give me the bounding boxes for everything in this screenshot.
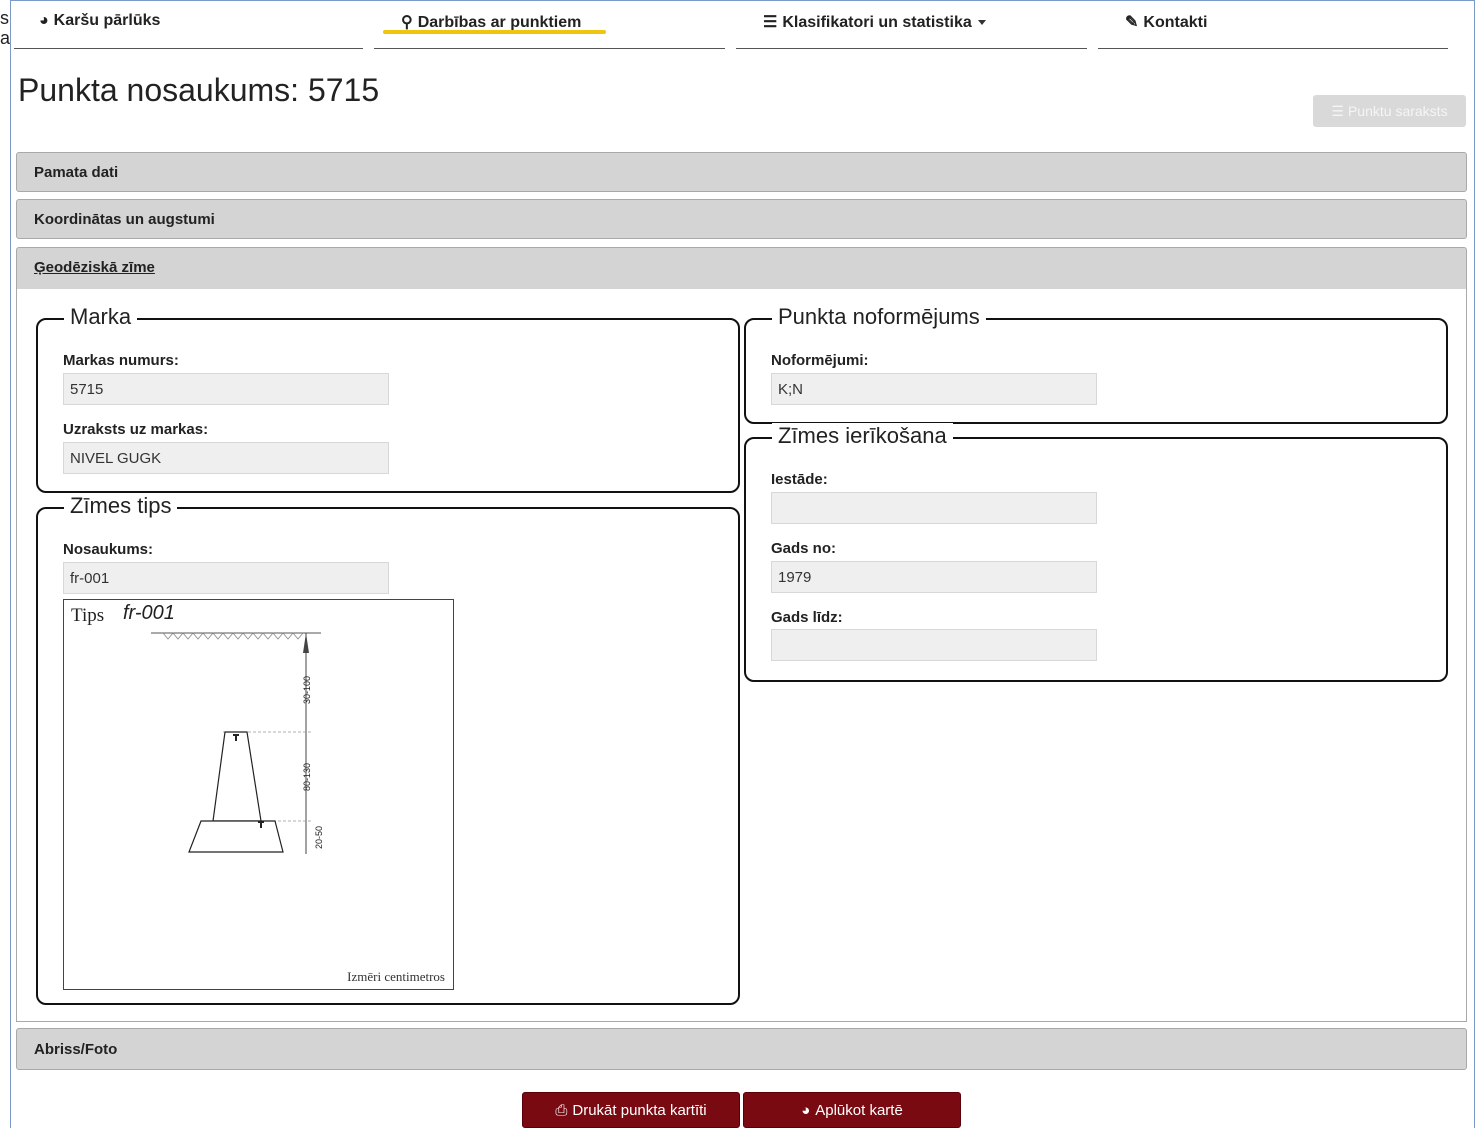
diagram-type-code: fr-001	[123, 602, 175, 624]
main-nav: ◕ Karšu pārlūks ⚲ Darbības ar punktiem ☰ Kl…	[14, 0, 1464, 50]
dimension-bottom-label: 20-50	[314, 826, 324, 849]
map-button-label: Aplūkot kartē	[815, 1101, 903, 1119]
caret-down-icon	[977, 20, 986, 26]
edit-icon: ✎	[1125, 14, 1139, 31]
list-icon: ☰	[1331, 102, 1344, 119]
mark-inscription-label: Uzraksts uz markas:	[63, 421, 209, 438]
nav-label: Kontakti	[1143, 14, 1208, 31]
mark-type-legend: Zīmes tips	[64, 493, 178, 519]
nav-item-classifiers[interactable]: ☰ Klasifikatori un statistika	[736, 0, 1087, 49]
nav-label: Klasifikatori un statistika	[782, 14, 972, 31]
clipped-left-text: s a	[0, 8, 10, 48]
diagram-footer: Izmēri centimetros	[347, 969, 445, 984]
mark-number-field[interactable]: 5715	[63, 373, 389, 405]
year-to-label: Gads līdz:	[771, 609, 843, 626]
nav-label: Darbības ar punktiem	[417, 14, 582, 31]
panel-title: Pamata dati	[34, 164, 119, 181]
panel-abriss-photo[interactable]: Abriss/Foto	[16, 1028, 1467, 1070]
mark-type-group: Zīmes tips Nosaukums: fr-001 Tips fr-001…	[36, 493, 740, 1005]
panel-geodetic-mark[interactable]: Ģeodēziskā zīme	[16, 247, 1467, 289]
point-design-legend: Punkta noformējums	[772, 304, 986, 330]
print-icon: ⎙	[555, 1101, 568, 1119]
points-list-label: Punktu saraksts	[1347, 103, 1448, 119]
panel-title: Koordinātas un augstumi	[34, 211, 215, 228]
globe-icon: ◕	[39, 12, 49, 29]
view-on-map-button[interactable]: ◕ Aplūkot kartē	[743, 1092, 961, 1128]
year-from-label: Gads no:	[771, 540, 837, 557]
marka-legend: Marka	[64, 304, 138, 330]
points-list-button[interactable]: ☰ Punktu saraksts	[1313, 95, 1466, 127]
globe-icon: ◕	[801, 1101, 811, 1119]
mark-installation-legend: Zīmes ierīkošana	[772, 423, 953, 449]
year-to-field[interactable]	[771, 629, 1097, 661]
dimension-top-label: 30-100	[302, 676, 312, 704]
designs-label: Noformējumi:	[771, 352, 869, 369]
clipped-text-line-1: s	[0, 8, 9, 28]
panel-title: Ģeodēziskā zīme	[34, 259, 155, 276]
map-marker-icon: ⚲	[401, 14, 413, 31]
list-icon: ☰	[763, 14, 778, 31]
active-tab-indicator	[383, 30, 606, 34]
mark-installation-group: Zīmes ierīkošana Iestāde: Gads no: 1979 …	[744, 423, 1448, 682]
panel-title: Abriss/Foto	[34, 1041, 118, 1058]
institution-field[interactable]	[771, 492, 1097, 524]
mark-number-label: Markas numurs:	[63, 352, 179, 369]
panel-coordinates[interactable]: Koordinātas un augstumi	[16, 199, 1467, 239]
print-button-label: Drukāt punkta kartīti	[572, 1101, 707, 1119]
designs-field[interactable]: K;N	[771, 373, 1097, 405]
point-design-group: Punkta noformējums Noformējumi: K;N	[744, 304, 1448, 424]
year-from-field[interactable]: 1979	[771, 561, 1097, 593]
nav-item-contacts[interactable]: ✎ Kontakti	[1098, 0, 1448, 49]
institution-label: Iestāde:	[771, 471, 828, 488]
mark-type-diagram: Tips fr-001 30-100 80-130 20-50 Izmēri c…	[63, 599, 454, 990]
diagram-tips-word: Tips	[71, 605, 104, 626]
nav-label: Karšu pārlūks	[53, 12, 161, 29]
page-title: Punkta nosaukums: 5715	[18, 72, 380, 108]
dimension-middle-label: 80-130	[302, 763, 312, 791]
marka-group: Marka Markas numurs: 5715 Uzraksts uz ma…	[36, 304, 740, 493]
mark-type-name-field[interactable]: fr-001	[63, 562, 389, 594]
clipped-text-line-2: a	[0, 28, 11, 48]
print-point-card-button[interactable]: ⎙ Drukāt punkta kartīti	[522, 1092, 740, 1128]
mark-inscription-field[interactable]: NIVEL GUGK	[63, 442, 389, 474]
panel-basic-data[interactable]: Pamata dati	[16, 152, 1467, 192]
mark-type-name-label: Nosaukums:	[63, 541, 154, 558]
nav-item-point-actions[interactable]: ⚲ Darbības ar punktiem	[374, 0, 725, 49]
nav-item-map-browser[interactable]: ◕ Karšu pārlūks	[14, 0, 363, 49]
